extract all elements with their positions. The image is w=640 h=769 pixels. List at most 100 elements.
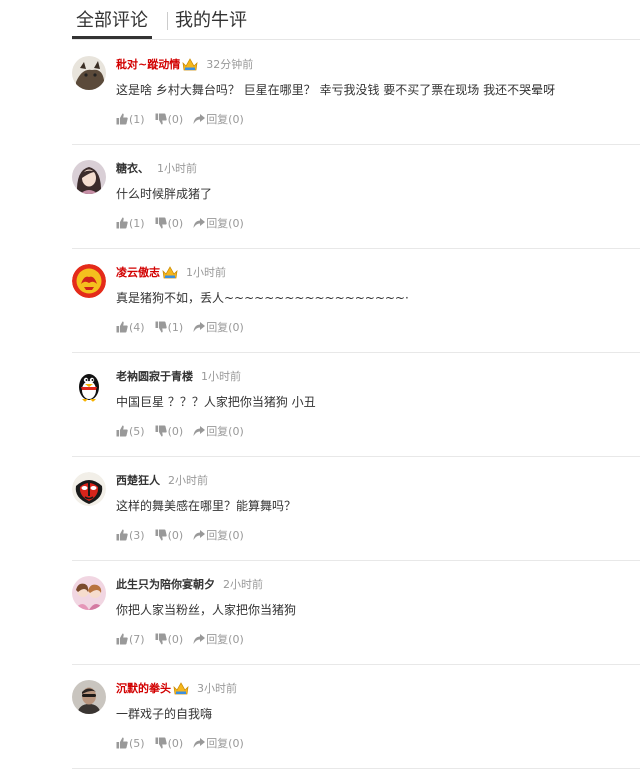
- comment-text: 中国巨星 ？？？人家把你当猪狗 小丑: [116, 395, 316, 409]
- comment-item: 西楚狂人 2小时前 这样的舞美感在哪里？能算舞吗？ (3) (0) 回复(0): [72, 456, 640, 561]
- comment-meta: 秕对~蹤动情 32分钟前: [116, 57, 253, 73]
- vip-crown-icon: [182, 58, 198, 71]
- dislike-count: (0): [167, 529, 184, 542]
- comment-time: 3小时前: [197, 682, 237, 695]
- reply-arrow-icon: [193, 634, 206, 644]
- comment-meta: 沉默的拳头 3小时前: [116, 681, 237, 697]
- dislike-count: (0): [167, 113, 184, 126]
- comment-meta: 凌云傲志 1小时前: [116, 265, 226, 281]
- username[interactable]: 秕对~蹤动情: [116, 58, 180, 71]
- reply-label: 回复(0): [206, 321, 244, 334]
- reply-button[interactable]: 回复(0): [193, 528, 244, 544]
- dislike-button[interactable]: (0): [155, 424, 183, 440]
- like-button[interactable]: (7): [116, 632, 145, 648]
- active-tab-indicator: [72, 36, 152, 39]
- reply-label: 回复(0): [206, 633, 244, 646]
- avatar[interactable]: [72, 368, 106, 402]
- reply-label: 回复(0): [206, 425, 244, 438]
- dislike-button[interactable]: (0): [155, 112, 184, 128]
- reply-arrow-icon: [193, 426, 206, 436]
- dislike-button[interactable]: (0): [155, 632, 184, 648]
- like-count: (4): [129, 321, 145, 334]
- comment-meta: 老衲圆寂于青楼 1小时前: [116, 369, 241, 385]
- avatar[interactable]: [72, 56, 106, 90]
- comment-actions: (4) (1) 回复(0): [116, 320, 254, 336]
- reply-button[interactable]: 回复(0): [193, 424, 244, 440]
- thumb-down-icon: [155, 529, 167, 541]
- avatar[interactable]: [72, 680, 106, 714]
- comment-item: 糖衣、 1小时前 什么时候胖成猪了 (1) (0) 回复(0): [72, 144, 640, 249]
- comment-text: 真是猪狗不如，丢人~~~~~~~~~~~~~~~~~~·: [116, 291, 409, 305]
- reply-button[interactable]: 回复(0): [193, 632, 244, 648]
- avatar[interactable]: [72, 472, 106, 506]
- like-count: (7): [129, 633, 145, 646]
- dislike-count: (0): [167, 633, 184, 646]
- reply-label: 回复(0): [206, 217, 244, 230]
- thumb-down-icon: [155, 113, 167, 125]
- comment-actions: (1) (0) 回复(0): [116, 216, 254, 232]
- username[interactable]: 此生只为陪你宴朝夕: [116, 578, 215, 591]
- comment-item: 凌云傲志 1小时前 真是猪狗不如，丢人~~~~~~~~~~~~~~~~~~· (4)(…: [72, 248, 640, 353]
- like-button[interactable]: (1): [116, 216, 145, 232]
- reply-button[interactable]: 回复(0): [193, 736, 244, 752]
- like-button[interactable]: (5): [116, 736, 145, 752]
- comment-time: 2小时前: [223, 578, 263, 591]
- reply-arrow-icon: [193, 218, 206, 228]
- like-button[interactable]: (4): [116, 320, 145, 336]
- comment-time: 1小时前: [201, 370, 241, 383]
- comment-meta: 糖衣、 1小时前: [116, 161, 197, 177]
- like-count: (5): [129, 425, 145, 438]
- dislike-button[interactable]: (0): [155, 216, 184, 232]
- thumb-up-icon: [116, 425, 128, 437]
- username[interactable]: 老衲圆寂于青楼: [116, 370, 193, 383]
- comment-meta: 此生只为陪你宴朝夕 2小时前: [116, 577, 263, 593]
- avatar[interactable]: [72, 576, 106, 610]
- comment-item: 老衲圆寂于青楼 1小时前中国巨星 ？？？人家把你当猪狗 小丑 (5) (0) 回复(0): [72, 352, 640, 457]
- dislike-button[interactable]: (1): [155, 320, 184, 336]
- thumb-up-icon: [116, 633, 128, 645]
- like-count: (5): [129, 737, 145, 750]
- comment-actions: (5) (0) 回复(0): [116, 424, 254, 440]
- comment-text: 这是啥 乡村大舞台吗？ 巨星在哪里？ 幸亏我没钱 要不买了票在现场 我还不哭晕呀: [116, 83, 556, 97]
- thumb-up-icon: [116, 217, 128, 229]
- tab-divider: [167, 12, 168, 30]
- comment-text: 一群戏子的自我嗨: [116, 707, 213, 721]
- thumb-down-icon: [155, 217, 167, 229]
- thumb-down-icon: [155, 321, 167, 333]
- dislike-count: (1): [167, 321, 184, 334]
- username[interactable]: 糖衣、: [116, 162, 149, 175]
- username[interactable]: 沉默的拳头: [116, 682, 171, 695]
- comment-text: 这样的舞美感在哪里？能算舞吗？: [116, 499, 297, 513]
- comment-actions: (1) (0) 回复(0): [116, 112, 254, 128]
- comment-actions: (3) (0) 回复(0): [116, 528, 254, 544]
- reply-label: 回复(0): [206, 113, 244, 126]
- avatar[interactable]: [72, 160, 106, 194]
- thumb-up-icon: [116, 321, 128, 333]
- tab-all-comments[interactable]: 全部评论: [76, 9, 148, 33]
- comment-tabs: 全部评论 我的牛评: [72, 0, 640, 40]
- reply-button[interactable]: 回复(0): [193, 112, 244, 128]
- vip-crown-icon: [162, 266, 178, 279]
- comment-time: 1小时前: [157, 162, 197, 175]
- like-button[interactable]: (3): [116, 528, 145, 544]
- dislike-count: (0): [167, 217, 184, 230]
- comment-text: 你把人家当粉丝，人家把你当猪狗: [116, 603, 297, 617]
- like-button[interactable]: (1): [116, 112, 145, 128]
- comment-actions: (5) (0) 回复(0): [116, 736, 254, 752]
- avatar[interactable]: [72, 264, 106, 298]
- comment-time: 32分钟前: [206, 58, 254, 71]
- dislike-button[interactable]: (0): [155, 736, 184, 752]
- reply-button[interactable]: 回复(0): [193, 320, 244, 336]
- dislike-count: (0): [167, 737, 184, 750]
- username[interactable]: 凌云傲志: [116, 266, 160, 279]
- like-count: (1): [129, 217, 145, 230]
- comment-item: 秕对~蹤动情 32分钟前这是啥 乡村大舞台吗？ 巨星在哪里？ 幸亏我没钱 要不买了…: [72, 40, 640, 145]
- dislike-button[interactable]: (0): [155, 528, 184, 544]
- tab-my-comments[interactable]: 我的牛评: [175, 9, 247, 33]
- thumb-up-icon: [116, 113, 128, 125]
- username[interactable]: 西楚狂人: [116, 474, 160, 487]
- reply-button[interactable]: 回复(0): [193, 216, 244, 232]
- like-button[interactable]: (5): [116, 424, 145, 440]
- thumb-down-icon: [155, 737, 167, 749]
- reply-arrow-icon: [193, 530, 206, 540]
